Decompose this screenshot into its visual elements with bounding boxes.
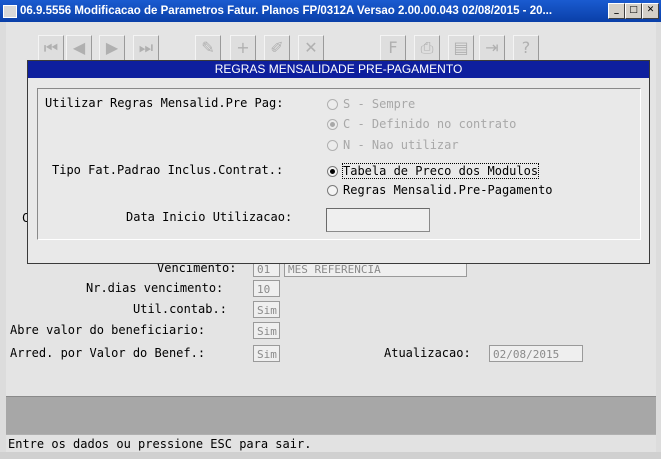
close-button[interactable]: ✕ <box>642 3 659 19</box>
exit-icon[interactable]: ⇥ <box>479 35 505 61</box>
dialog-title: REGRAS MENSALIDADE PRE-PAGAMENTO <box>28 61 649 78</box>
minimize-button[interactable]: _ <box>608 3 625 19</box>
atualizacao-label: Atualizacao: <box>384 346 471 360</box>
goto-icon[interactable]: ✎ <box>195 35 221 61</box>
data-inicio-label: Data Inicio Utilizacao: <box>126 210 293 224</box>
prev-record-icon[interactable]: ◀ <box>66 35 92 61</box>
tipo-fat-tabela-label[interactable]: Tabela de Preco dos Modulos <box>341 163 540 179</box>
tipo-fat-label: Tipo Fat.Padrao Inclus.Contrat.: <box>52 163 284 177</box>
atualizacao-field[interactable]: 02/08/2015 <box>489 345 583 362</box>
window-title-bar: 06.9.5556 Modificacao de Parametros Fatu… <box>0 0 661 22</box>
app-icon <box>3 5 17 18</box>
maximize-button[interactable]: □ <box>625 3 642 19</box>
util-contab-label: Util.contab.: <box>133 302 227 316</box>
nr-dias-label: Nr.dias vencimento: <box>86 281 224 295</box>
add-icon[interactable]: + <box>230 35 256 61</box>
edit-icon[interactable]: ✐ <box>264 35 290 61</box>
arred-label: Arred. por Valor do Benef.: <box>10 346 206 360</box>
message-area <box>6 396 656 435</box>
utilizar-regras-label: Utilizar Regras Mensalid.Pre Pag: <box>45 96 284 110</box>
utilizar-option-c-radio[interactable] <box>327 119 338 130</box>
next-record-icon[interactable]: ▶ <box>99 35 125 61</box>
delete-icon[interactable]: ✕ <box>298 35 324 61</box>
utilizar-option-s-label[interactable]: S - Sempre <box>343 97 415 111</box>
status-bar: Entre os dados ou pressione ESC para sai… <box>6 434 656 452</box>
utilizar-option-c-label[interactable]: C - Definido no contrato <box>343 117 516 131</box>
utilizar-option-n-label[interactable]: N - Nao utilizar <box>343 138 459 152</box>
window-title: 06.9.5556 Modificacao de Parametros Fatu… <box>20 5 553 17</box>
last-record-icon[interactable]: ⏭ <box>133 35 159 61</box>
tipo-fat-regras-radio[interactable] <box>327 185 338 196</box>
data-inicio-input[interactable] <box>326 208 430 232</box>
utilizar-option-n-radio[interactable] <box>327 140 338 151</box>
print-icon[interactable]: ⎙ <box>414 35 440 61</box>
nr-dias-field[interactable]: 10 <box>253 280 280 297</box>
window-right-border <box>656 22 661 452</box>
abre-valor-field[interactable]: Sim <box>253 322 280 339</box>
tipo-fat-regras-label[interactable]: Regras Mensalid.Pre-Pagamento <box>343 183 553 197</box>
arred-field[interactable]: Sim <box>253 345 280 362</box>
window-bottom-border <box>0 452 661 459</box>
help-icon[interactable]: ? <box>513 35 539 61</box>
copy-icon[interactable]: ▤ <box>448 35 474 61</box>
utilizar-option-s-radio[interactable] <box>327 99 338 110</box>
abre-valor-label: Abre valor do beneficiario: <box>10 323 206 337</box>
first-record-icon[interactable]: ⏮ <box>38 35 64 61</box>
filter-icon[interactable]: F <box>380 35 406 61</box>
tipo-fat-tabela-radio[interactable] <box>327 166 338 177</box>
util-contab-field[interactable]: Sim <box>253 301 280 318</box>
